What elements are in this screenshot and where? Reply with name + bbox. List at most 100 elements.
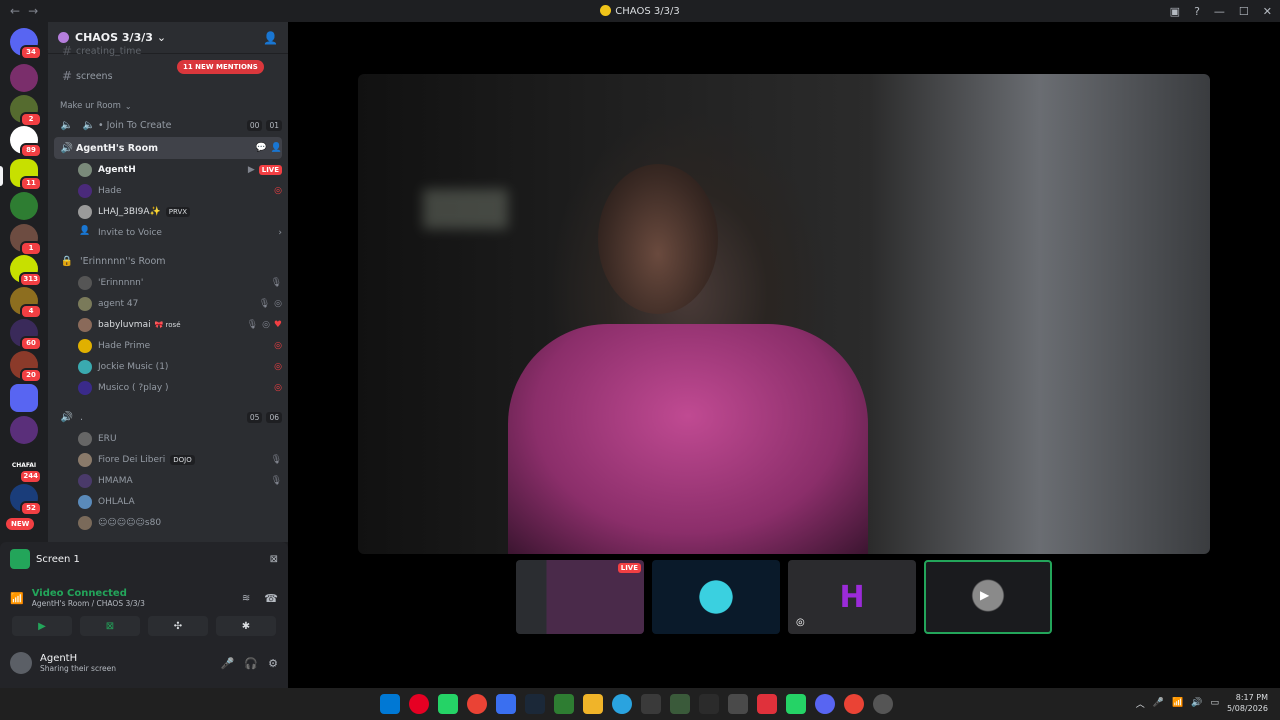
store-icon[interactable] (641, 694, 661, 714)
whatsapp-icon[interactable] (786, 694, 806, 714)
microphone-icon[interactable]: 🎤 (1153, 698, 1164, 708)
home-button[interactable]: 34 (10, 28, 42, 60)
microphone-icon[interactable]: 🎤 (221, 657, 235, 670)
voice-user[interactable]: babyluvmai 🎀 rosé 🎙 ◎ ♥ (72, 315, 282, 335)
server-icon[interactable] (10, 192, 38, 220)
channel-partial[interactable]: # creating_time (54, 46, 282, 56)
inbox-icon[interactable]: ▣ (1170, 5, 1180, 18)
voice-channel-join-to-create[interactable]: 🔈 🔈 • Join To Create 00 01 (54, 115, 282, 135)
server-icon[interactable]: 1 (10, 224, 42, 256)
voice-user[interactable]: 'Erinnnnn' 🎙 (72, 273, 282, 293)
headphones-icon[interactable]: 🎧 (244, 657, 258, 670)
nav-buttons: ← → (10, 4, 38, 18)
anydesk-icon[interactable] (757, 694, 777, 714)
app-icon[interactable] (496, 694, 516, 714)
guild-badge: 244 (19, 469, 42, 484)
chrome-icon[interactable] (467, 694, 487, 714)
server-icon[interactable] (10, 64, 38, 92)
telegram-icon[interactable] (612, 694, 632, 714)
server-icon[interactable]: 313 (10, 255, 42, 287)
thumbnail-screen-share[interactable]: LIVE (516, 560, 644, 634)
user-name: HMAMA (98, 476, 133, 486)
forward-arrow-icon[interactable]: → (28, 4, 38, 18)
back-arrow-icon[interactable]: ← (10, 4, 20, 18)
guild-badge: 2 (20, 112, 42, 127)
popout-icon[interactable]: ⊠ (270, 554, 278, 565)
signal-icon: 📶 (10, 591, 24, 605)
voice-channel-agenth-room[interactable]: 🔊 AgentH's Room 💬 👤 (54, 137, 282, 159)
server-icon[interactable]: 89 (10, 126, 42, 158)
close-icon[interactable]: ✕ (1263, 5, 1272, 18)
maximize-icon[interactable]: ☐ (1239, 5, 1249, 18)
chrome-icon[interactable] (844, 694, 864, 714)
folder-icon[interactable] (583, 694, 603, 714)
voice-user[interactable]: HMAMA 🎙 (72, 471, 282, 491)
chat-icon[interactable]: 💬 (256, 143, 267, 153)
voice-user[interactable]: OHLALA (72, 492, 282, 512)
server-icon[interactable]: 4 (10, 287, 42, 319)
server-icon-active[interactable]: 11 (10, 159, 42, 191)
voice-user[interactable]: agent 47 🎙 ◎ (72, 294, 282, 314)
voice-user[interactable]: AgentH ▶ LIVE (72, 160, 282, 180)
pinterest-icon[interactable] (409, 694, 429, 714)
app-icon[interactable] (670, 694, 690, 714)
chevron-up-icon[interactable]: ︿ (1136, 697, 1145, 710)
hash-icon: # (61, 46, 73, 56)
voice-user[interactable]: Jockie Music (1) ◎ (72, 357, 282, 377)
app-icon[interactable] (728, 694, 748, 714)
voice-channel-erinnnnn-room[interactable]: 🔒 'Erinnnnn''s Room (54, 251, 282, 271)
live-badge: LIVE (617, 563, 641, 573)
category-header[interactable]: Make ur Room ⌄ (54, 96, 282, 116)
guild-badge: 1 (20, 241, 42, 256)
server-icon[interactable] (10, 416, 38, 444)
voice-user[interactable]: ERU (72, 429, 282, 449)
thumbnail-self-camera[interactable]: ▶ (924, 560, 1052, 634)
connection-label[interactable]: Video Connected (32, 588, 145, 599)
soundboard-button[interactable]: ✱ (216, 616, 276, 636)
noise-suppression-icon[interactable]: ≋ (242, 593, 250, 604)
camera-button[interactable]: ▶ (12, 616, 72, 636)
window-title: CHAOS 3/3/3 (0, 5, 1280, 17)
voice-user[interactable]: ☺☺☺☺☺s80 (72, 513, 282, 533)
invite-to-voice[interactable]: 👤 Invite to Voice › (72, 223, 282, 243)
battery-icon[interactable]: ▭ (1210, 698, 1219, 708)
main-video-feed[interactable] (358, 74, 1210, 554)
disconnect-icon[interactable]: ☎ (264, 592, 278, 605)
avatar[interactable] (10, 652, 32, 674)
thumbnail-participant[interactable]: H ◎ (788, 560, 916, 634)
thumbnail-participant[interactable] (652, 560, 780, 634)
server-icon[interactable]: 2 (10, 95, 42, 127)
invite-people-icon[interactable]: 👤 (263, 31, 278, 45)
time: 8:17 PM (1235, 693, 1268, 702)
minimize-icon[interactable]: — (1214, 5, 1225, 18)
voice-user[interactable]: Hade ◎ (72, 181, 282, 201)
voice-user[interactable]: Hade Prime ◎ (72, 336, 282, 356)
clock[interactable]: 8:17 PM 5/08/2026 (1227, 692, 1268, 714)
app-icon[interactable] (554, 694, 574, 714)
voice-channel-dot[interactable]: 🔊. 05 06 (54, 407, 282, 427)
app-icon[interactable] (873, 694, 893, 714)
help-icon[interactable]: ? (1194, 5, 1200, 18)
voice-user[interactable]: Fiore Dei Liberi DOJO 🎙 (72, 450, 282, 470)
new-mentions-pill[interactable]: 11 NEW MENTIONS (177, 60, 264, 74)
folder-icon[interactable] (10, 384, 38, 412)
server-icon[interactable]: 20 (10, 351, 42, 383)
activities-button[interactable]: ✣ (148, 616, 208, 636)
start-icon[interactable] (380, 694, 400, 714)
server-icon[interactable]: CHAFAI 244 (10, 452, 42, 484)
server-icon[interactable]: 52 (10, 484, 42, 516)
invite-icon[interactable]: 👤 (271, 143, 282, 153)
discord-icon[interactable] (815, 694, 835, 714)
volume-icon[interactable]: 🔊 (1191, 698, 1202, 708)
checkmark-icon[interactable] (699, 694, 719, 714)
deafened-icon: ◎ (274, 383, 282, 393)
steam-icon[interactable] (525, 694, 545, 714)
voice-user[interactable]: LHAJ_3BI9A✨ PRVX (72, 202, 282, 222)
wifi-icon[interactable]: 📶 (1172, 698, 1183, 708)
gear-icon[interactable]: ⚙ (268, 657, 278, 670)
server-icon[interactable]: 60 (10, 319, 42, 351)
whatsapp-icon[interactable] (438, 694, 458, 714)
new-servers-pill[interactable]: NEW (6, 518, 35, 530)
screen-share-button[interactable]: ⊠ (80, 616, 140, 636)
voice-user[interactable]: Musico ( ?play ) ◎ (72, 378, 282, 398)
